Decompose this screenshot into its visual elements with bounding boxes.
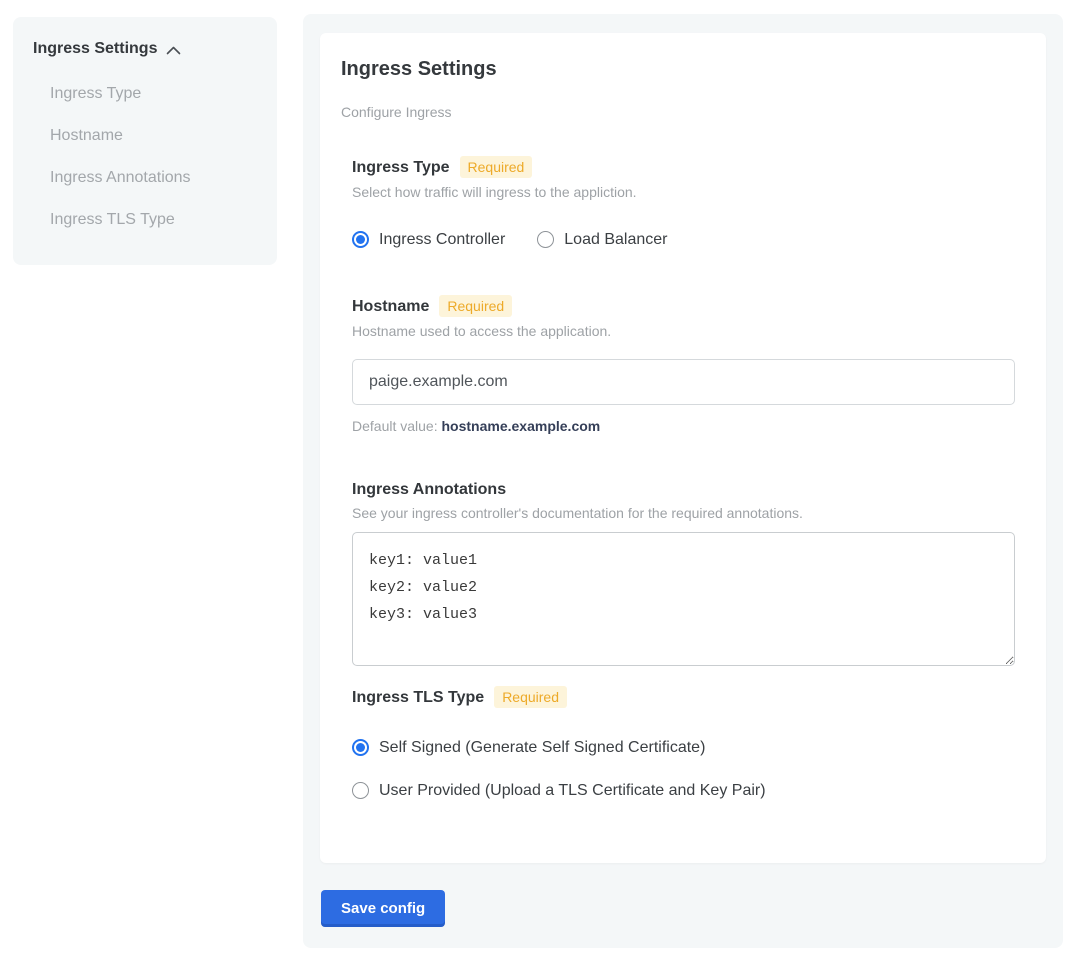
radio-button-icon[interactable] [537, 231, 554, 248]
radio-option-self-signed[interactable]: Self Signed (Generate Self Signed Certif… [352, 738, 1015, 757]
sidebar-item-list: Ingress Type Hostname Ingress Annotation… [50, 85, 257, 229]
annotations-description: See your ingress controller's documentat… [352, 505, 1015, 521]
save-config-button[interactable]: Save config [321, 890, 445, 927]
hostname-label: Hostname [352, 297, 429, 316]
hostname-input[interactable] [352, 359, 1015, 405]
sidebar-item-ingress-type[interactable]: Ingress Type [50, 85, 257, 103]
card-subtitle: Configure Ingress [341, 104, 1015, 120]
radio-label: User Provided (Upload a TLS Certificate … [379, 781, 766, 800]
hostname-description: Hostname used to access the application. [352, 323, 1015, 339]
sidebar-item-ingress-annotations[interactable]: Ingress Annotations [50, 169, 257, 187]
radio-option-user-provided[interactable]: User Provided (Upload a TLS Certificate … [352, 781, 1015, 800]
required-badge: Required [494, 686, 567, 708]
config-group-ingress-annotations: Ingress Annotations See your ingress con… [352, 480, 1015, 666]
radio-button-icon[interactable] [352, 231, 369, 248]
radio-label: Self Signed (Generate Self Signed Certif… [379, 738, 705, 757]
ingress-type-description: Select how traffic will ingress to the a… [352, 184, 1015, 200]
config-group-hostname: Hostname Required Hostname used to acces… [352, 295, 1015, 434]
radio-button-icon[interactable] [352, 739, 369, 756]
ingress-type-radio-group: Ingress Controller Load Balancer [352, 230, 1015, 249]
sidebar-item-ingress-tls-type[interactable]: Ingress TLS Type [50, 211, 257, 229]
sidebar-group-label: Ingress Settings [33, 37, 157, 61]
card-title: Ingress Settings [341, 57, 1015, 81]
chevron-up-icon [166, 46, 181, 55]
config-group-ingress-tls-type: Ingress TLS Type Required Self Signed (G… [352, 686, 1015, 800]
config-nav-sidebar: Ingress Settings Ingress Type Hostname I… [13, 17, 277, 265]
ingress-type-label: Ingress Type [352, 158, 450, 177]
config-card: Ingress Settings Configure Ingress Ingre… [320, 33, 1046, 863]
radio-button-icon[interactable] [352, 782, 369, 799]
config-groups: Ingress Type Required Select how traffic… [352, 156, 1015, 800]
default-value-text: hostname.example.com [442, 418, 601, 434]
radio-option-ingress-controller[interactable]: Ingress Controller [352, 230, 505, 249]
sidebar-item-hostname[interactable]: Hostname [50, 127, 257, 145]
config-panel: Ingress Settings Configure Ingress Ingre… [303, 14, 1063, 948]
required-badge: Required [460, 156, 533, 178]
config-group-ingress-type: Ingress Type Required Select how traffic… [352, 156, 1015, 249]
sidebar-group-ingress-settings[interactable]: Ingress Settings [33, 37, 257, 61]
radio-label: Load Balancer [564, 230, 667, 249]
annotations-label: Ingress Annotations [352, 480, 506, 499]
radio-label: Ingress Controller [379, 230, 505, 249]
tls-type-label: Ingress TLS Type [352, 688, 484, 707]
hostname-default-hint: Default value: hostname.example.com [352, 418, 1015, 434]
default-value-label: Default value: [352, 418, 438, 434]
radio-option-load-balancer[interactable]: Load Balancer [537, 230, 667, 249]
tls-type-radio-group: Self Signed (Generate Self Signed Certif… [352, 738, 1015, 800]
required-badge: Required [439, 295, 512, 317]
annotations-textarea[interactable]: key1: value1 key2: value2 key3: value3 [352, 532, 1015, 666]
